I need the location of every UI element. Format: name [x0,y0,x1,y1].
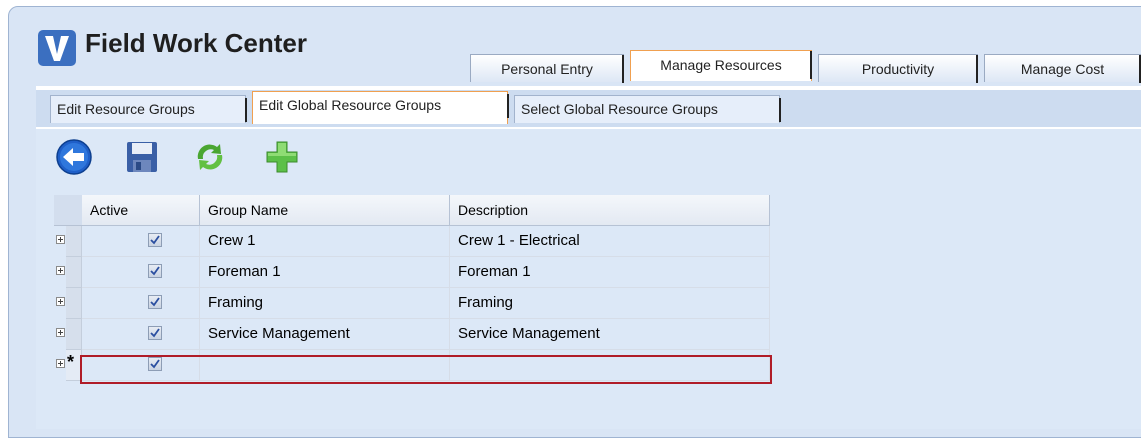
checkmark-icon [150,359,160,369]
tab-label: Manage Cost [1020,61,1105,77]
tab-label: Productivity [861,61,935,77]
column-header-active[interactable]: Active [82,195,200,226]
subtab-label: Select Global Resource Groups [521,101,718,117]
checkmark-icon [150,328,160,338]
tab-label: Personal Entry [501,61,593,77]
group-name-cell[interactable]: Crew 1 [200,226,450,257]
subtab-edit-global-resource-groups[interactable]: Edit Global Resource Groups [252,91,509,124]
group-name-cell[interactable]: Service Management [200,319,450,350]
back-arrow-icon[interactable] [54,137,94,177]
description-cell[interactable]: Crew 1 - Electrical [450,226,770,257]
group-name-cell[interactable]: Framing [200,288,450,319]
row-selector[interactable] [66,288,82,319]
tab-label: Manage Resources [660,57,782,73]
tab-separator [622,55,624,83]
subtab-bar: Edit Resource Groups Edit Global Resourc… [36,90,1141,128]
expand-row-icon[interactable] [56,297,65,306]
description-cell[interactable]: Framing [450,288,770,319]
checkmark-icon [150,266,160,276]
tab-separator [976,55,978,83]
content-panel: Active Group Name Description Crew 1 Cre… [36,129,1141,429]
checkmark-icon [150,297,160,307]
tab-separator [507,94,509,118]
new-row-marker-icon: * [67,352,75,372]
app-logo [38,30,76,66]
column-header-description[interactable]: Description [450,195,770,226]
row-selector[interactable] [66,226,82,257]
row-selector[interactable] [66,319,82,350]
group-name-cell[interactable] [200,350,450,381]
active-checkbox[interactable] [148,295,162,309]
expand-row-icon[interactable] [56,266,65,275]
subtab-edit-resource-groups[interactable]: Edit Resource Groups [50,95,247,123]
description-cell[interactable]: Service Management [450,319,770,350]
refresh-icon[interactable] [190,137,230,177]
tab-separator [779,98,781,122]
subtab-select-global-resource-groups[interactable]: Select Global Resource Groups [514,95,781,123]
tab-separator [810,51,812,79]
column-header-group-name[interactable]: Group Name [200,195,450,226]
tab-manage-cost[interactable]: Manage Cost [984,54,1141,83]
expand-row-icon[interactable] [56,328,65,337]
row-selector[interactable] [66,257,82,288]
active-checkbox[interactable] [148,264,162,278]
active-checkbox[interactable] [148,326,162,340]
checkmark-icon [150,235,160,245]
expand-row-icon[interactable] [56,359,65,368]
active-cell[interactable] [82,226,200,257]
header-spacer [54,195,82,226]
expand-row-icon[interactable] [56,235,65,244]
group-name-cell[interactable]: Foreman 1 [200,257,450,288]
add-icon[interactable] [262,137,302,177]
tab-personal-entry[interactable]: Personal Entry [470,54,624,83]
active-cell[interactable] [82,288,200,319]
description-cell[interactable]: Foreman 1 [450,257,770,288]
subtab-label: Edit Global Resource Groups [259,97,442,113]
tab-productivity[interactable]: Productivity [818,54,978,83]
active-cell[interactable] [82,257,200,288]
tab-manage-resources[interactable]: Manage Resources [630,50,812,81]
active-cell[interactable] [82,350,200,381]
tab-separator [245,98,247,122]
subtab-label: Edit Resource Groups [57,101,195,117]
app-title: Field Work Center [85,28,308,58]
description-cell[interactable] [450,350,770,381]
active-cell[interactable] [82,319,200,350]
save-icon[interactable] [122,137,162,177]
active-checkbox[interactable] [148,233,162,247]
active-checkbox[interactable] [148,357,162,371]
new-row-selector[interactable]: * [66,350,82,381]
